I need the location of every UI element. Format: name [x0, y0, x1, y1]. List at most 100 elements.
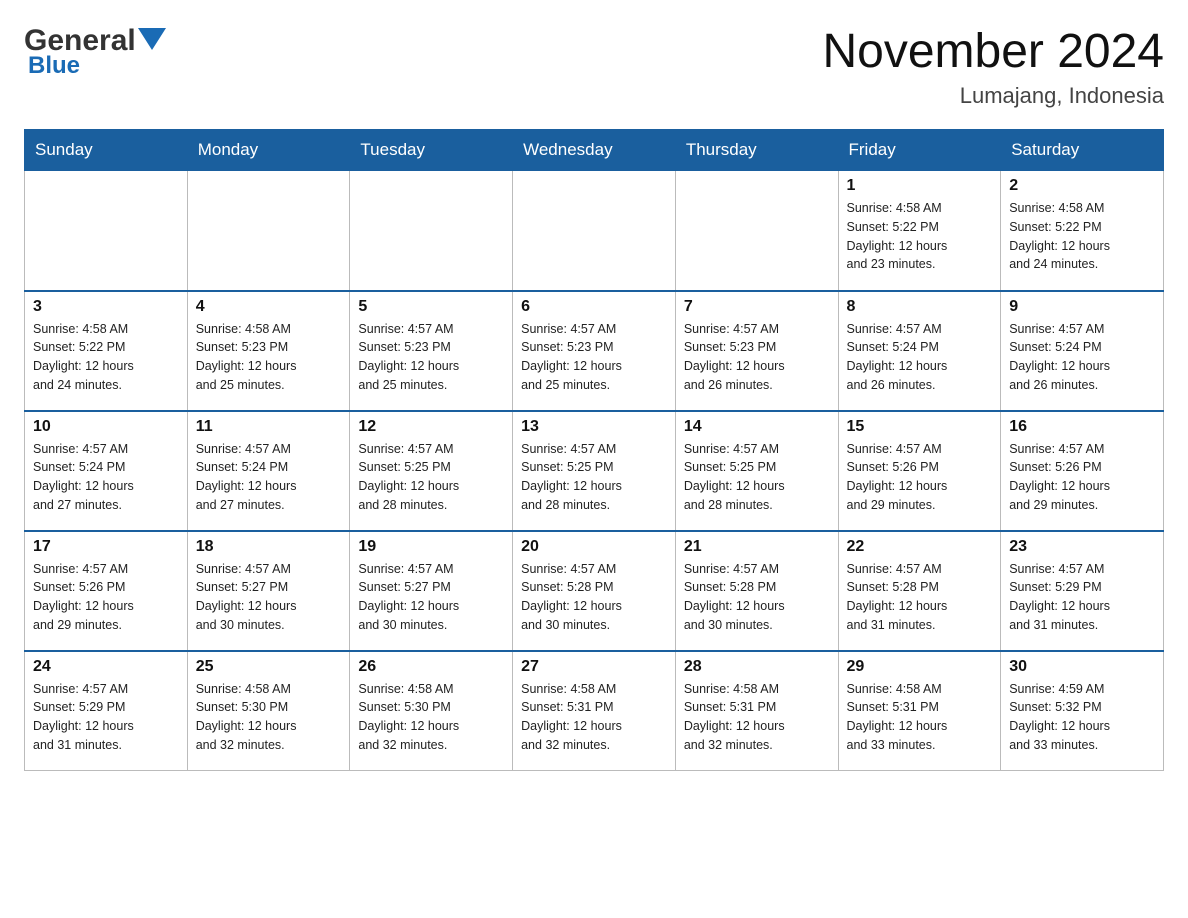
day-number: 3 — [33, 298, 179, 316]
table-row: 29 Sunrise: 4:58 AM Sunset: 5:31 PM Dayli… — [838, 651, 1001, 771]
day-info: Sunrise: 4:57 AM Sunset: 5:29 PM Dayligh… — [1009, 560, 1155, 635]
table-row: 14Sunrise: 4:57 AM Sunset: 5:25 PM Dayli… — [675, 411, 838, 531]
table-row: 3 Sunrise: 4:58 AM Sunset: 5:22 PM Daylig… — [25, 291, 188, 411]
day-number: 21 — [684, 538, 830, 556]
day-info: Sunrise: 4:57 AM Sunset: 5:28 PM Dayligh… — [684, 560, 830, 635]
calendar-week-row: 1 Sunrise: 4:58 AM Sunset: 5:22 PM Daylig… — [25, 171, 1164, 291]
day-number: 7 — [684, 298, 830, 316]
day-number: 11 — [196, 418, 342, 436]
day-info: Sunrise: 4:57 AM Sunset: 5:24 PM Dayligh… — [33, 440, 179, 515]
day-info: Sunrise: 4:57 AM Sunset: 5:26 PM Dayligh… — [1009, 440, 1155, 515]
day-info: Sunrise: 4:57 AM Sunset: 5:24 PM Dayligh… — [196, 440, 342, 515]
day-number: 23 — [1009, 538, 1155, 556]
day-info: Sunrise: 4:58 AM Sunset: 5:30 PM Dayligh… — [358, 680, 504, 755]
day-info: Sunrise: 4:57 AM Sunset: 5:27 PM Dayligh… — [358, 560, 504, 635]
day-number: 14 — [684, 418, 830, 436]
day-number: 10 — [33, 418, 179, 436]
day-number: 28 — [684, 658, 830, 676]
table-row: 1 Sunrise: 4:58 AM Sunset: 5:22 PM Daylig… — [838, 171, 1001, 291]
month-year-title: November 2024 — [822, 24, 1164, 79]
table-row: 25Sunrise: 4:58 AM Sunset: 5:30 PM Dayli… — [187, 651, 350, 771]
table-row: 12 Sunrise: 4:57 AM Sunset: 5:25 PM Dayli… — [350, 411, 513, 531]
table-row: 23 Sunrise: 4:57 AM Sunset: 5:29 PM Dayli… — [1001, 531, 1164, 651]
table-row: 6 Sunrise: 4:57 AM Sunset: 5:23 PM Daylig… — [513, 291, 676, 411]
table-row: 15 Sunrise: 4:57 AM Sunset: 5:26 PM Dayli… — [838, 411, 1001, 531]
table-row: 4 Sunrise: 4:58 AM Sunset: 5:23 PM Daylig… — [187, 291, 350, 411]
table-row: 8Sunrise: 4:57 AM Sunset: 5:24 PM Daylig… — [838, 291, 1001, 411]
table-row: 10 Sunrise: 4:57 AM Sunset: 5:24 PM Dayli… — [25, 411, 188, 531]
table-row: 11 Sunrise: 4:57 AM Sunset: 5:24 PM Dayli… — [187, 411, 350, 531]
table-row — [675, 171, 838, 291]
day-info: Sunrise: 4:57 AM Sunset: 5:24 PM Dayligh… — [847, 320, 993, 395]
day-number: 24 — [33, 658, 179, 676]
day-number: 30 — [1009, 658, 1155, 676]
col-sunday: Sunday — [25, 130, 188, 171]
day-number: 27 — [521, 658, 667, 676]
day-number: 19 — [358, 538, 504, 556]
col-friday: Friday — [838, 130, 1001, 171]
calendar-header-row: Sunday Monday Tuesday Wednesday Thursday… — [25, 130, 1164, 171]
table-row — [187, 171, 350, 291]
day-info: Sunrise: 4:57 AM Sunset: 5:28 PM Dayligh… — [521, 560, 667, 635]
day-number: 5 — [358, 298, 504, 316]
day-info: Sunrise: 4:58 AM Sunset: 5:23 PM Dayligh… — [196, 320, 342, 395]
day-number: 6 — [521, 298, 667, 316]
title-block: November 2024 Lumajang, Indonesia — [822, 24, 1164, 109]
day-info: Sunrise: 4:58 AM Sunset: 5:31 PM Dayligh… — [847, 680, 993, 755]
day-number: 20 — [521, 538, 667, 556]
day-info: Sunrise: 4:58 AM Sunset: 5:22 PM Dayligh… — [33, 320, 179, 395]
day-number: 1 — [847, 177, 993, 195]
table-row: 21 Sunrise: 4:57 AM Sunset: 5:28 PM Dayli… — [675, 531, 838, 651]
day-info: Sunrise: 4:57 AM Sunset: 5:23 PM Dayligh… — [358, 320, 504, 395]
col-saturday: Saturday — [1001, 130, 1164, 171]
day-info: Sunrise: 4:57 AM Sunset: 5:26 PM Dayligh… — [33, 560, 179, 635]
day-number: 29 — [847, 658, 993, 676]
table-row: 16Sunrise: 4:57 AM Sunset: 5:26 PM Dayli… — [1001, 411, 1164, 531]
calendar-week-row: 3 Sunrise: 4:58 AM Sunset: 5:22 PM Daylig… — [25, 291, 1164, 411]
day-number: 2 — [1009, 177, 1155, 195]
day-info: Sunrise: 4:57 AM Sunset: 5:27 PM Dayligh… — [196, 560, 342, 635]
logo-arrow-icon — [138, 28, 166, 56]
table-row: 2 Sunrise: 4:58 AM Sunset: 5:22 PM Daylig… — [1001, 171, 1164, 291]
logo-blue-text: Blue — [28, 52, 80, 79]
day-number: 25 — [196, 658, 342, 676]
col-thursday: Thursday — [675, 130, 838, 171]
day-info: Sunrise: 4:57 AM Sunset: 5:23 PM Dayligh… — [684, 320, 830, 395]
table-row: 13Sunrise: 4:57 AM Sunset: 5:25 PM Dayli… — [513, 411, 676, 531]
table-row: 20 Sunrise: 4:57 AM Sunset: 5:28 PM Dayli… — [513, 531, 676, 651]
day-number: 22 — [847, 538, 993, 556]
day-info: Sunrise: 4:57 AM Sunset: 5:25 PM Dayligh… — [358, 440, 504, 515]
day-info: Sunrise: 4:57 AM Sunset: 5:23 PM Dayligh… — [521, 320, 667, 395]
calendar-week-row: 24Sunrise: 4:57 AM Sunset: 5:29 PM Dayli… — [25, 651, 1164, 771]
table-row: 5 Sunrise: 4:57 AM Sunset: 5:23 PM Daylig… — [350, 291, 513, 411]
day-info: Sunrise: 4:58 AM Sunset: 5:31 PM Dayligh… — [684, 680, 830, 755]
table-row: 7 Sunrise: 4:57 AM Sunset: 5:23 PM Daylig… — [675, 291, 838, 411]
day-number: 15 — [847, 418, 993, 436]
day-info: Sunrise: 4:57 AM Sunset: 5:24 PM Dayligh… — [1009, 320, 1155, 395]
day-number: 9 — [1009, 298, 1155, 316]
day-info: Sunrise: 4:58 AM Sunset: 5:22 PM Dayligh… — [1009, 199, 1155, 274]
day-info: Sunrise: 4:58 AM Sunset: 5:22 PM Dayligh… — [847, 199, 993, 274]
page-header: General Blue November 2024 Lumajang, Ind… — [24, 24, 1164, 109]
day-number: 13 — [521, 418, 667, 436]
day-info: Sunrise: 4:58 AM Sunset: 5:31 PM Dayligh… — [521, 680, 667, 755]
day-number: 4 — [196, 298, 342, 316]
calendar-week-row: 10 Sunrise: 4:57 AM Sunset: 5:24 PM Dayli… — [25, 411, 1164, 531]
table-row — [25, 171, 188, 291]
calendar-table: Sunday Monday Tuesday Wednesday Thursday… — [24, 129, 1164, 771]
logo: General Blue — [24, 24, 166, 80]
calendar-week-row: 17 Sunrise: 4:57 AM Sunset: 5:26 PM Dayli… — [25, 531, 1164, 651]
day-number: 12 — [358, 418, 504, 436]
table-row: 22Sunrise: 4:57 AM Sunset: 5:28 PM Dayli… — [838, 531, 1001, 651]
day-number: 17 — [33, 538, 179, 556]
table-row: 30 Sunrise: 4:59 AM Sunset: 5:32 PM Dayli… — [1001, 651, 1164, 771]
table-row: 17 Sunrise: 4:57 AM Sunset: 5:26 PM Dayli… — [25, 531, 188, 651]
table-row: 24Sunrise: 4:57 AM Sunset: 5:29 PM Dayli… — [25, 651, 188, 771]
table-row: 27 Sunrise: 4:58 AM Sunset: 5:31 PM Dayli… — [513, 651, 676, 771]
table-row — [513, 171, 676, 291]
day-info: Sunrise: 4:57 AM Sunset: 5:26 PM Dayligh… — [847, 440, 993, 515]
table-row: 18Sunrise: 4:57 AM Sunset: 5:27 PM Dayli… — [187, 531, 350, 651]
table-row: 9 Sunrise: 4:57 AM Sunset: 5:24 PM Daylig… — [1001, 291, 1164, 411]
location-subtitle: Lumajang, Indonesia — [822, 83, 1164, 109]
day-info: Sunrise: 4:59 AM Sunset: 5:32 PM Dayligh… — [1009, 680, 1155, 755]
